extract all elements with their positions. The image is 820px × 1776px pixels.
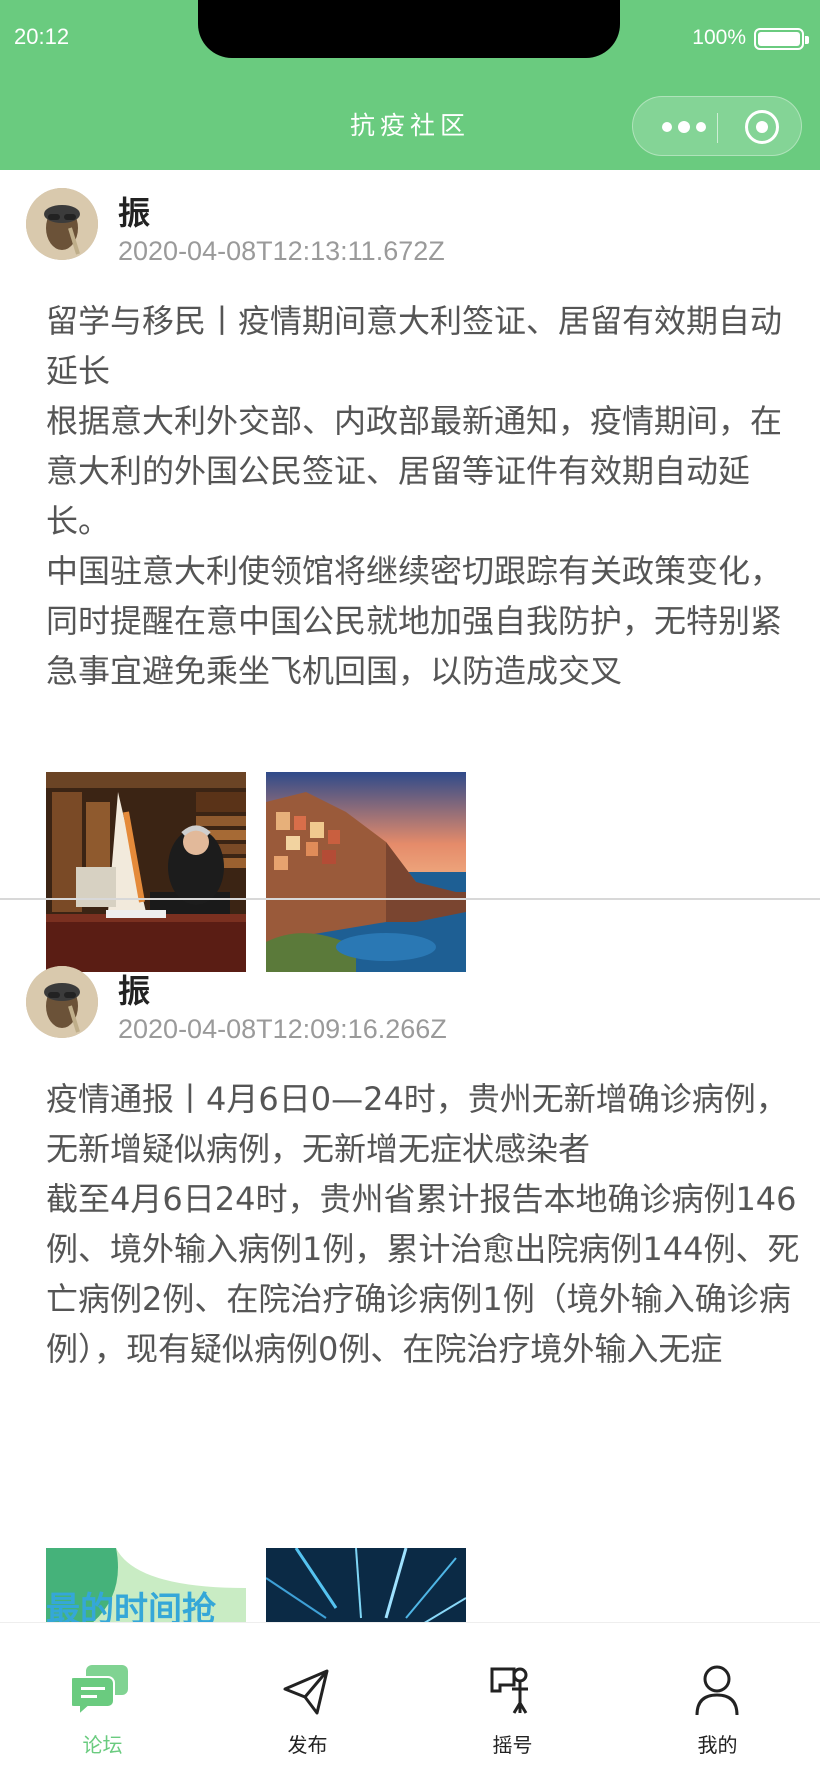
forum-icon bbox=[67, 1663, 132, 1719]
post-headline: 疫情通报丨4月6日0—24时，贵州无新增确诊病例，无新增疑似病例，无新增无症状感… bbox=[46, 1080, 788, 1168]
tab-publish[interactable]: 发布 bbox=[205, 1623, 410, 1776]
tab-lottery[interactable]: 摇号 bbox=[410, 1623, 615, 1776]
tab-forum[interactable]: 论坛 bbox=[0, 1623, 205, 1776]
more-options-icon[interactable] bbox=[651, 113, 717, 141]
avatar[interactable] bbox=[26, 188, 98, 260]
tab-label: 论坛 bbox=[82, 1733, 123, 1757]
close-mini-program-icon[interactable] bbox=[745, 110, 779, 144]
post-content[interactable]: 留学与移民丨疫情期间意大利签证、居留有效期自动延长 根据意大利外交部、内政部最新… bbox=[46, 296, 806, 696]
top-navigation-bar: 20:12 100% 抗疫社区 bbox=[0, 0, 820, 170]
post-headline: 留学与移民丨疫情期间意大利签证、居留有效期自动延长 bbox=[46, 302, 783, 390]
post-paragraph: 中国驻意大利使领馆将继续密切跟踪有关政策变化，同时提醒在意中国公民就地加强自我防… bbox=[46, 552, 783, 690]
send-icon bbox=[277, 1663, 337, 1719]
post-paragraph: 截至4月6日24时，贵州省累计报告本地确诊病例146例、境外输入病例1例，累计治… bbox=[46, 1180, 800, 1368]
avatar[interactable] bbox=[26, 966, 98, 1038]
tab-profile[interactable]: 我的 bbox=[615, 1623, 820, 1776]
post-timestamp: 2020-04-08T12:13:11.672Z bbox=[118, 236, 445, 266]
battery-percentage: 100% bbox=[692, 26, 746, 49]
bottom-tab-bar: 论坛 发布 摇号 我的 bbox=[0, 1622, 820, 1776]
post-timestamp: 2020-04-08T12:09:16.266Z bbox=[118, 1014, 447, 1044]
status-time: 20:12 bbox=[14, 24, 70, 49]
post-image[interactable] bbox=[266, 772, 466, 972]
post-card[interactable]: 振 2020-04-08T12:09:16.266Z 疫情通报丨4月6日0—24… bbox=[0, 948, 820, 1622]
post-content[interactable]: 疫情通报丨4月6日0—24时，贵州无新增确诊病例，无新增疑似病例，无新增无症状感… bbox=[46, 1074, 806, 1374]
post-card[interactable]: 振 2020-04-08T12:13:11.672Z 留学与移民丨疫情期间意大利… bbox=[0, 170, 820, 1018]
post-paragraph: 根据意大利外交部、内政部最新通知，疫情期间，在意大利的外国公民签证、居留等证件有… bbox=[46, 402, 783, 540]
app-screen: 20:12 100% 抗疫社区 振 2020-04-08T12:13:11.67… bbox=[0, 0, 820, 1776]
lottery-icon bbox=[482, 1663, 542, 1719]
tab-label: 摇号 bbox=[492, 1733, 533, 1757]
post-divider bbox=[0, 898, 820, 900]
tab-label: 发布 bbox=[287, 1733, 328, 1757]
author-name[interactable]: 振 bbox=[118, 188, 150, 234]
mini-program-capsule bbox=[632, 96, 802, 156]
post-image[interactable] bbox=[266, 1548, 466, 1622]
tab-label: 我的 bbox=[697, 1733, 738, 1757]
battery-icon bbox=[754, 28, 809, 50]
post-image[interactable]: 最的时间抢 bbox=[46, 1548, 246, 1622]
image-caption-text: 最的时间抢 bbox=[46, 1590, 216, 1622]
post-feed[interactable]: 振 2020-04-08T12:13:11.672Z 留学与移民丨疫情期间意大利… bbox=[0, 170, 820, 1622]
user-icon bbox=[687, 1663, 747, 1719]
capsule-divider bbox=[717, 113, 718, 143]
post-image[interactable] bbox=[46, 772, 246, 972]
device-notch bbox=[198, 0, 620, 58]
author-name[interactable]: 振 bbox=[118, 966, 150, 1012]
